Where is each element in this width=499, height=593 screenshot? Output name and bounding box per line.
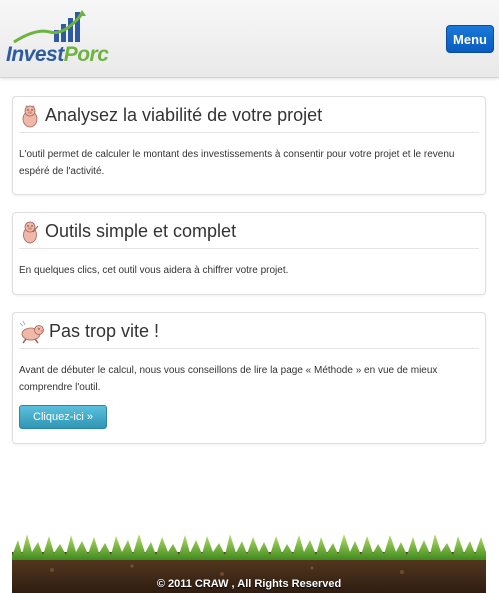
logo-text-invest: Invest [6, 43, 64, 66]
pig-icon [22, 104, 38, 127]
panel-title: Outils simple et complet [45, 221, 237, 241]
panel-simple-tool: Outils simple et complet En quelques cli… [12, 212, 486, 295]
footer: © 2011 CRAW , All Rights Reserved [12, 530, 486, 593]
panel-text: En quelques clics, cet outil vous aidera… [19, 265, 289, 276]
panel-viability: Analysez la viabilité de votre projet L'… [12, 96, 486, 195]
click-here-button[interactable]: Cliquez-ici » [19, 405, 107, 429]
panel-not-too-fast: Pas trop vite ! Avant de débuter le calc… [12, 312, 486, 444]
panel-header: Pas trop vite ! [19, 320, 479, 349]
panel-title: Analysez la viabilité de votre projet [45, 105, 323, 125]
panel-text: Avant de débuter le calcul, nous vous co… [19, 365, 438, 393]
investporc-logo[interactable]: InvestPorc [6, 8, 109, 68]
logo-text-porc: Porc [63, 43, 109, 66]
panel-header: Analysez la viabilité de votre projet [19, 104, 479, 133]
pig-icon [23, 221, 39, 243]
panel-title: Pas trop vite ! [49, 321, 160, 341]
logo-text: InvestPorc [6, 43, 109, 67]
copyright-text: © 2011 CRAW , All Rights Reserved [156, 578, 342, 590]
panel-header: Outils simple et complet [19, 221, 479, 249]
running-pig-icon [19, 320, 44, 343]
panel-text: L'outil permet de calculer le montant de… [19, 149, 455, 177]
top-bar: InvestPorc Menu [0, 0, 499, 78]
bar-chart-icon [13, 10, 86, 44]
menu-button[interactable]: Menu [446, 25, 494, 53]
